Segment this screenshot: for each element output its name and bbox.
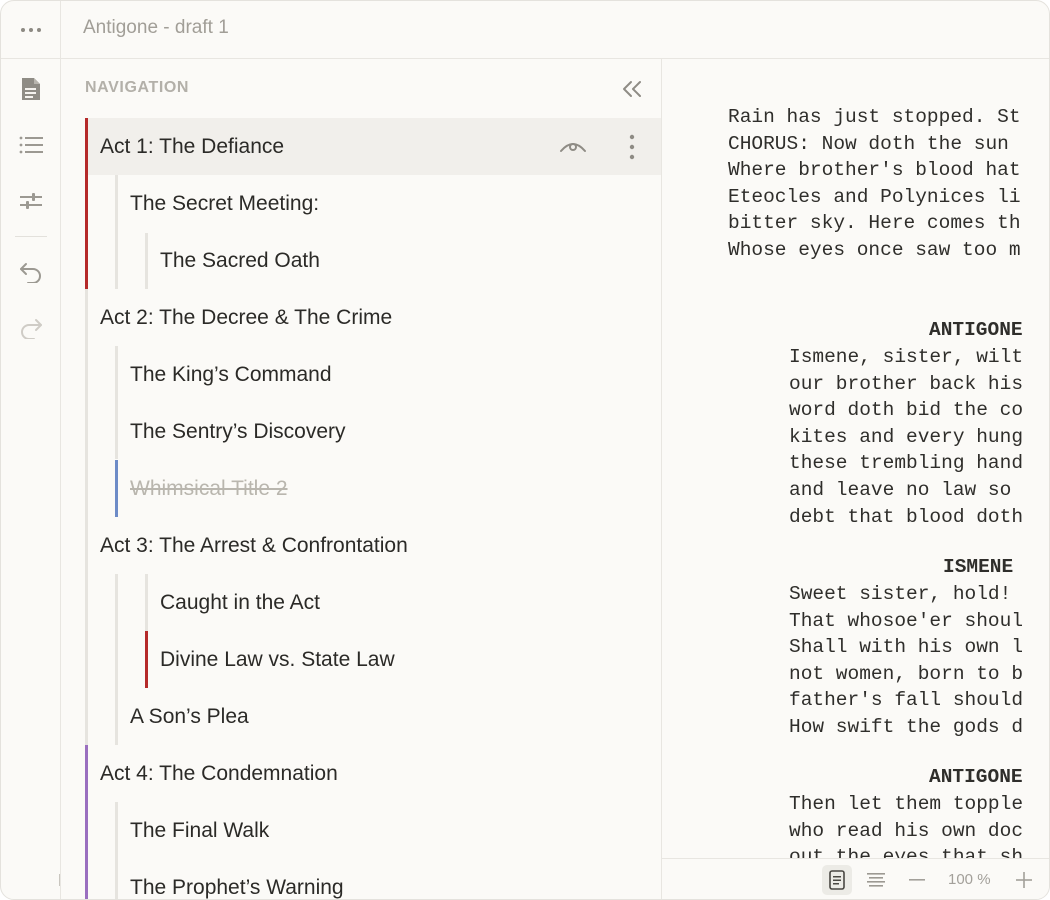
bottom-toolbar: 100 % [662, 858, 1049, 899]
navigation-header: NAVIGATION [85, 79, 190, 96]
navigation-panel: NAVIGATION Act 1: The Defiance The Secre… [61, 59, 662, 899]
redo-icon[interactable] [15, 312, 47, 344]
nav-item-sons-plea[interactable]: A Son’s Plea [118, 688, 661, 745]
nav-item-sacred-oath[interactable]: The Sacred Oath [148, 232, 661, 289]
nav-item-act-3[interactable]: Act 3: The Arrest & Confrontation [88, 517, 661, 574]
dialogue-block[interactable]: Then let them topple who read his own do… [789, 791, 1023, 859]
nav-item-act-2[interactable]: Act 2: The Decree & The Crime [88, 289, 661, 346]
collapse-panel-icon[interactable] [617, 76, 647, 102]
more-menu-icon[interactable] [1, 1, 61, 59]
action-block[interactable]: Rain has just stopped. St CHORUS: Now do… [728, 104, 1021, 264]
script-editor[interactable]: Rain has just stopped. St CHORUS: Now do… [662, 59, 1049, 859]
nav-item-label: Act 1: The Defiance [100, 134, 285, 158]
dialogue-block[interactable]: Ismene, sister, wilt our brother back hi… [789, 344, 1023, 530]
nav-item-label: The Final Walk [130, 818, 270, 842]
nav-item-label: The Prophet’s Warning [130, 875, 344, 899]
undo-icon[interactable] [15, 256, 47, 288]
nav-item-label: Act 4: The Condemnation [100, 761, 338, 785]
character-name[interactable]: ANTIGONE [929, 764, 1023, 791]
document-title: Antigone - draft 1 [83, 17, 229, 38]
list-icon[interactable] [15, 129, 47, 161]
nav-item-label: The Sacred Oath [160, 248, 320, 272]
nav-item-label: A Son’s Plea [130, 704, 249, 728]
nav-item-label: Act 3: The Arrest & Confrontation [100, 533, 408, 557]
nav-item-label: The King’s Command [130, 362, 332, 386]
left-rail [1, 59, 61, 899]
nav-item-divine-law[interactable]: Divine Law vs. State Law [148, 631, 661, 688]
nav-item-label: Divine Law vs. State Law [160, 647, 395, 671]
rail-divider [15, 236, 47, 237]
app-window: Antigone - draft 1 NAVIGATION Act 1: The… [0, 0, 1050, 900]
zoom-out-icon[interactable] [902, 865, 932, 895]
rail-resize-handle[interactable] [59, 874, 60, 886]
eye-icon[interactable] [557, 132, 589, 162]
nav-item-final-walk[interactable]: The Final Walk [118, 802, 661, 859]
nav-item-label: Act 2: The Decree & The Crime [100, 305, 393, 329]
nav-item-sentrys-discovery[interactable]: The Sentry’s Discovery [118, 403, 661, 460]
text-view-icon[interactable] [861, 865, 891, 895]
title-bar: Antigone - draft 1 [1, 1, 1049, 59]
nav-item-secret-meeting[interactable]: The Secret Meeting: [118, 175, 661, 232]
character-name[interactable]: ISMENE [943, 554, 1013, 581]
nav-item-kings-command[interactable]: The King’s Command [118, 346, 661, 403]
nav-item-label: The Secret Meeting: [130, 191, 320, 215]
zoom-level: 100 % [948, 871, 991, 888]
nav-item-prophets-warning[interactable]: The Prophet’s Warning [118, 859, 661, 899]
nav-item-caught-in-the-act[interactable]: Caught in the Act [148, 574, 661, 631]
item-more-icon[interactable] [617, 132, 647, 162]
document-icon[interactable] [15, 73, 47, 105]
sliders-icon[interactable] [15, 185, 47, 217]
nav-item-act-4[interactable]: Act 4: The Condemnation [88, 745, 661, 802]
nav-item-label: Caught in the Act [160, 590, 320, 614]
nav-item-whimsical-title[interactable]: Whimsical Title 2 [118, 460, 661, 517]
character-name[interactable]: ANTIGONE [929, 317, 1023, 344]
nav-item-label: Whimsical Title 2 [130, 476, 288, 500]
nav-item-label: The Sentry’s Discovery [130, 419, 346, 443]
dialogue-block[interactable]: Sweet sister, hold! That whosoe'er shoul… [789, 581, 1023, 741]
page-view-icon[interactable] [822, 865, 852, 895]
zoom-in-icon[interactable] [1009, 865, 1039, 895]
